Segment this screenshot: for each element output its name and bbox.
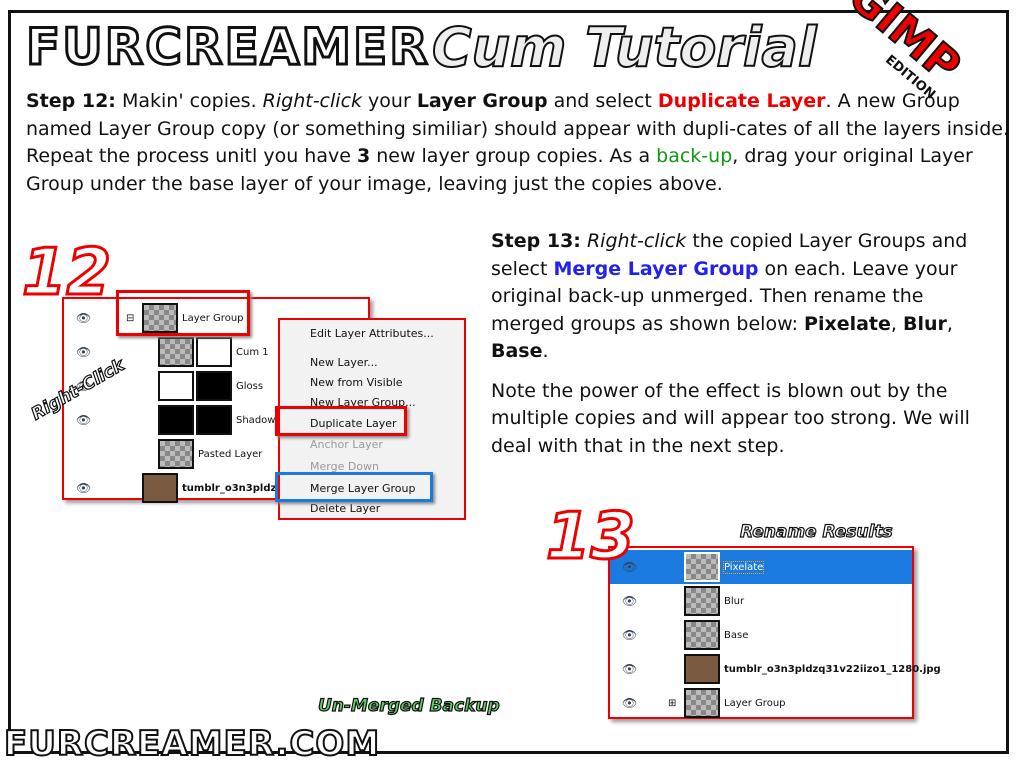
layer-row[interactable]: 👁 tumblr_o3n3pldzq31v22iizo1_1280.jpg: [610, 652, 941, 686]
menu-item-new-layer[interactable]: New Layer...: [310, 356, 378, 369]
unmerged-backup-callout: Un-Merged Backup: [317, 695, 500, 716]
step-number-13: 13: [544, 499, 636, 576]
layer-group-highlight: [116, 290, 250, 336]
merge-highlight: [275, 472, 433, 502]
menu-item-new-from-visible[interactable]: New from Visible: [310, 376, 403, 389]
expand-icon[interactable]: ⊞: [668, 698, 676, 709]
eye-icon[interactable]: 👁: [622, 662, 637, 676]
footer-site: FURCREAMER.COM: [3, 723, 381, 765]
eye-icon[interactable]: 👁: [76, 345, 91, 359]
note-text: Note the power of the effect is blown ou…: [491, 379, 970, 457]
step-number-12: 12: [20, 235, 112, 312]
eye-icon[interactable]: 👁: [622, 594, 637, 608]
page-title: Cum Tutorial: [431, 15, 817, 80]
step-12-text: Step 12: Makin' copies. Right-click your…: [26, 90, 1009, 195]
layer-row[interactable]: 👁 ⊞ Layer Group: [610, 686, 912, 720]
eye-icon[interactable]: 👁: [76, 413, 91, 427]
menu-item-anchor-layer[interactable]: Anchor Layer: [310, 438, 383, 451]
duplicate-highlight: [275, 406, 407, 436]
layer-row[interactable]: 👁 Base: [610, 618, 912, 652]
step-13-text: Step 13: Right-click the copied Layer Gr…: [491, 228, 991, 460]
rename-results-callout: Rename Results: [739, 521, 893, 542]
eye-icon[interactable]: 👁: [622, 696, 637, 710]
layer-row-selected[interactable]: 👁 Pixelate: [610, 550, 912, 584]
menu-item-delete-layer[interactable]: Delete Layer: [310, 502, 380, 515]
layers-panel-step13: 👁 Pixelate 👁 Blur 👁 Base 👁 tumblr_o3n3pldzq3…: [608, 546, 941, 720]
menu-item-edit-attributes[interactable]: Edit Layer Attributes...: [310, 327, 434, 340]
layer-row[interactable]: 👁 Blur: [610, 584, 912, 618]
logo: FURCREAMER: [25, 17, 430, 78]
eye-icon[interactable]: 👁: [622, 628, 637, 642]
eye-icon[interactable]: 👁: [76, 311, 91, 325]
eye-icon[interactable]: 👁: [76, 481, 91, 495]
